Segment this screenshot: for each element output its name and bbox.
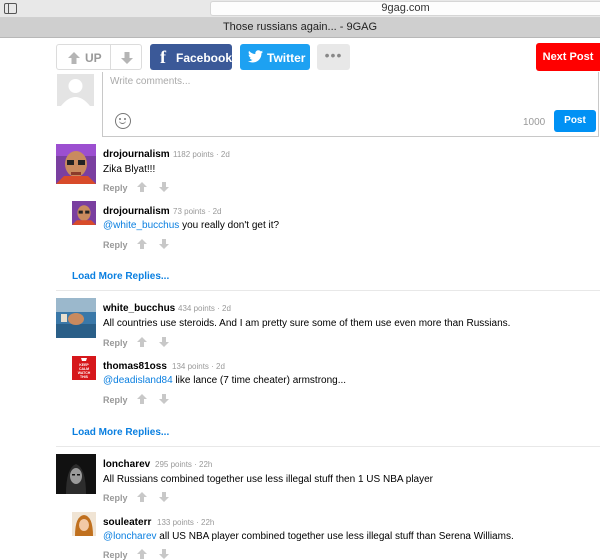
- current-user-avatar: [57, 74, 94, 106]
- comment-composer: Write comments... 1000 Post: [102, 72, 599, 137]
- avatar[interactable]: [56, 298, 96, 338]
- twitter-share-label: Twitter: [267, 51, 306, 65]
- tab-active[interactable]: Those russians again... - 9GAG: [0, 21, 600, 33]
- comment-text: @deadisland84 like lance (7 time cheater…: [103, 375, 347, 386]
- tab-bar: Those russians again... - 9GAG: [0, 18, 600, 38]
- upvote-button[interactable]: UP: [56, 44, 111, 70]
- post-comment-button[interactable]: Post: [554, 110, 596, 132]
- comment-downvote-icon[interactable]: [159, 239, 169, 249]
- avatar[interactable]: [72, 512, 96, 536]
- comment-meta: 295 points · 22h: [155, 460, 213, 469]
- reply-button[interactable]: Reply: [103, 395, 128, 405]
- keep-calm-avatar-image: KEEP CALM WATCH THIS: [72, 356, 96, 380]
- user-avatar-image: [72, 512, 96, 536]
- user-avatar-image: [56, 298, 96, 338]
- browser-titlebar: 9gag.com: [0, 0, 600, 18]
- downvote-button[interactable]: [110, 44, 142, 70]
- comment-downvote-icon[interactable]: [159, 549, 169, 559]
- avatar[interactable]: [56, 144, 96, 184]
- default-avatar-icon: [57, 74, 94, 106]
- arrow-up-icon: [68, 52, 80, 64]
- emoji-icon[interactable]: [115, 113, 131, 129]
- comment-downvote-icon[interactable]: [159, 394, 169, 404]
- comment-username[interactable]: souleaterr: [103, 517, 151, 528]
- more-options-button[interactable]: •••: [317, 44, 350, 70]
- load-more-replies-link[interactable]: Load More Replies...: [72, 427, 169, 438]
- comment-text: All Russians combined together use less …: [103, 474, 433, 485]
- address-bar-url: 9gag.com: [381, 2, 430, 14]
- comment-upvote-icon[interactable]: [137, 182, 147, 192]
- comment-text: All countries use steroids. And I am pre…: [103, 318, 511, 329]
- twitter-share-button[interactable]: Twitter: [240, 44, 310, 70]
- comment-text: Zika Blyat!!!: [103, 164, 156, 175]
- svg-text:THIS: THIS: [80, 375, 89, 379]
- comment-input[interactable]: Write comments...: [110, 76, 190, 87]
- user-avatar-image: [72, 201, 96, 225]
- facebook-icon: f: [160, 47, 166, 67]
- arrow-down-icon: [121, 52, 133, 64]
- comment-downvote-icon[interactable]: [159, 182, 169, 192]
- next-post-button[interactable]: Next Post: [536, 43, 600, 71]
- user-mention-link[interactable]: @loncharev: [103, 531, 157, 542]
- user-avatar-image: [56, 144, 96, 184]
- comment-text: @loncharev all US NBA player combined to…: [103, 531, 514, 542]
- character-counter: 1000: [523, 117, 546, 128]
- upvote-label: UP: [85, 51, 102, 65]
- reply-button[interactable]: Reply: [103, 338, 128, 348]
- comment-upvote-icon[interactable]: [137, 549, 147, 559]
- facebook-share-button[interactable]: f Facebook: [150, 44, 232, 70]
- address-bar[interactable]: 9gag.com: [210, 1, 600, 16]
- comment-downvote-icon[interactable]: [159, 337, 169, 347]
- sidebar-toggle-icon[interactable]: [4, 3, 17, 14]
- comment-upvote-icon[interactable]: [137, 337, 147, 347]
- twitter-bird-icon: [248, 50, 263, 63]
- user-mention-link[interactable]: @deadisland84: [103, 375, 173, 386]
- comment-meta: 134 points · 2d: [172, 362, 225, 371]
- reply-button[interactable]: Reply: [103, 240, 128, 250]
- comment-meta: 133 points · 22h: [157, 518, 215, 527]
- comment-username[interactable]: loncharev: [103, 459, 150, 470]
- comment-meta: 1182 points · 2d: [173, 150, 230, 159]
- comment-username[interactable]: thomas81oss: [103, 361, 167, 372]
- load-more-replies-link[interactable]: Load More Replies...: [72, 271, 169, 282]
- user-mention-link[interactable]: @white_bucchus: [103, 220, 179, 231]
- facebook-share-label: Facebook: [176, 51, 233, 65]
- comment-upvote-icon[interactable]: [137, 394, 147, 404]
- avatar[interactable]: [56, 454, 96, 494]
- comment-username[interactable]: drojournalism: [103, 206, 170, 217]
- comment-downvote-icon[interactable]: [159, 492, 169, 502]
- avatar[interactable]: [72, 201, 96, 225]
- divider: [56, 446, 600, 447]
- avatar[interactable]: KEEP CALM WATCH THIS: [72, 356, 96, 380]
- comment-upvote-icon[interactable]: [137, 239, 147, 249]
- user-avatar-image: [56, 454, 96, 494]
- comment-upvote-icon[interactable]: [137, 492, 147, 502]
- comment-username[interactable]: white_bucchus: [103, 303, 175, 314]
- comment-username[interactable]: drojournalism: [103, 149, 170, 160]
- reply-button[interactable]: Reply: [103, 550, 128, 560]
- comment-meta: 73 points · 2d: [173, 207, 222, 216]
- comment-meta: 434 points · 2d: [178, 304, 231, 313]
- reply-button[interactable]: Reply: [103, 493, 128, 503]
- comment-text: @white_bucchus you really don't get it?: [103, 220, 280, 231]
- divider: [56, 290, 600, 291]
- reply-button[interactable]: Reply: [103, 183, 128, 193]
